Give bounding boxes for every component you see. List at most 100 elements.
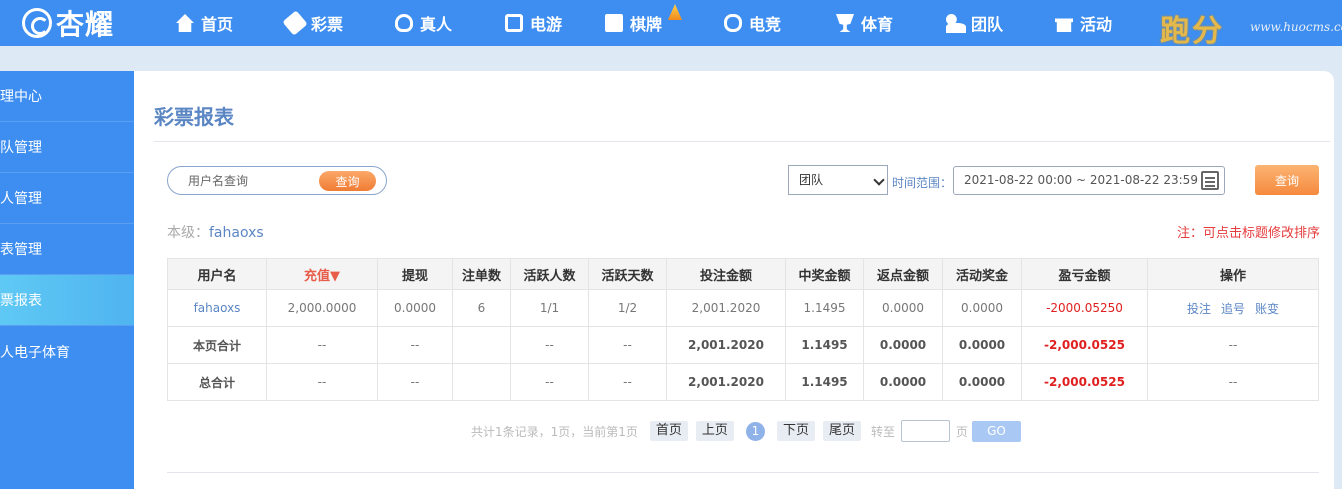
col-username[interactable]: 用户名	[167, 258, 267, 290]
cell-active-days: --	[588, 326, 667, 364]
logo[interactable]: 杏耀	[22, 5, 114, 41]
team-icon	[946, 14, 966, 33]
sidebar-item-live-electronic-sports[interactable]: 真人电子体育	[0, 326, 134, 377]
query-button[interactable]: 查询	[1255, 165, 1319, 195]
table-header-row: 用户名 充值▼ 提现 注单数 活跃人数 活跃天数 投注金额 中奖金额 返点金额 …	[167, 258, 1319, 290]
account-change-link[interactable]: 账变	[1255, 302, 1279, 316]
cell-label: 本页合计	[167, 326, 267, 364]
cell-rebate: 0.0000	[863, 289, 943, 327]
last-page-button[interactable]: 尾页	[822, 421, 861, 441]
cell-bonus: 0.0000	[942, 363, 1022, 401]
date-range-value: 2021-08-22 00:00 ~ 2021-08-22 23:59	[964, 173, 1198, 187]
next-page-button[interactable]: 下页	[776, 421, 815, 441]
slot-machine-icon	[505, 14, 523, 32]
pagination: 共计1条记录，1页，当前第1页 首页 上页 1 下页 尾页 转至 页 GO	[471, 420, 1021, 442]
nav-item-live[interactable]: 真人	[395, 12, 452, 34]
search-button[interactable]: 查询	[319, 171, 376, 191]
table-row-grand-total: 总合计 -- -- -- -- 2,001.2020 1.1495 0.0000…	[167, 363, 1319, 401]
sidebar-item-personal-management[interactable]: 个人管理	[0, 173, 134, 224]
chase-link[interactable]: 追号	[1221, 302, 1245, 316]
sidebar-item-label: 彩票报表	[0, 293, 42, 309]
cell-label: 总合计	[167, 363, 267, 401]
nav-item-chess[interactable]: 棋牌	[605, 12, 662, 34]
nav-label: 体育	[861, 15, 894, 34]
current-page-number[interactable]: 1	[745, 421, 765, 441]
cell-username[interactable]: fahaoxs	[167, 289, 267, 327]
report-table: 用户名 充值▼ 提现 注单数 活跃人数 活跃天数 投注金额 中奖金额 返点金额 …	[167, 258, 1319, 401]
cell-bonus: 0.0000	[942, 289, 1022, 327]
username-input[interactable]	[188, 172, 313, 190]
cell-withdraw: --	[377, 326, 453, 364]
main-panel: 彩票报表 查询 团队 时间范围： 2021-08-22 00:00 ~ 2021…	[134, 71, 1334, 489]
col-rebate-amount[interactable]: 返点金额	[863, 258, 943, 290]
divider	[154, 141, 1330, 142]
sidebar-item-management-center[interactable]: 管理中心	[0, 71, 134, 122]
table-row-page-total: 本页合计 -- -- -- -- 2,001.2020 1.1495 0.000…	[167, 326, 1319, 364]
cell-rebate: 0.0000	[863, 326, 943, 364]
sidebar: 管理中心 团队管理 个人管理 报表管理 彩票报表 真人电子体育	[0, 71, 134, 489]
cell-profit: -2,000.0525	[1021, 363, 1148, 401]
level-label: 本级：	[167, 225, 209, 241]
sidebar-item-report-management[interactable]: 报表管理	[0, 224, 134, 275]
cell-bonus: 0.0000	[942, 326, 1022, 364]
col-active-days[interactable]: 活跃天数	[588, 258, 667, 290]
col-profit[interactable]: 盈亏金额	[1021, 258, 1148, 290]
nav-label: 棋牌	[630, 15, 663, 34]
cell-rebate: 0.0000	[863, 363, 943, 401]
prev-page-button[interactable]: 上页	[695, 421, 734, 441]
col-actions: 操作	[1147, 258, 1319, 290]
time-range-label: 时间范围：	[892, 176, 953, 190]
cell-win: 1.1495	[785, 363, 864, 401]
cell-recharge: --	[266, 326, 378, 364]
cell-actions: --	[1147, 326, 1319, 364]
bet-link[interactable]: 投注	[1187, 302, 1211, 316]
sort-note: 注：可点击标题修改排序	[1176, 226, 1320, 241]
go-button[interactable]: GO	[972, 420, 1021, 442]
cell-orders: 6	[452, 289, 511, 327]
goto-page-input[interactable]	[900, 420, 950, 442]
nav-item-home[interactable]: 首页	[176, 12, 233, 34]
cell-profit: -2,000.0525	[1021, 326, 1148, 364]
ticket-icon	[282, 10, 308, 36]
person-icon	[395, 14, 413, 32]
nav-item-esports[interactable]: 电竞	[724, 12, 781, 34]
cell-profit: -2000.05250	[1021, 289, 1148, 327]
sidebar-item-label: 管理中心	[0, 89, 42, 105]
promo-banner[interactable]: 跑分	[1160, 6, 1224, 50]
goto-label: 转至	[870, 424, 895, 439]
page-title: 彩票报表	[154, 105, 234, 129]
nav-label: 团队	[971, 15, 1004, 34]
col-recharge[interactable]: 充值▼	[266, 258, 378, 290]
level-info: 本级：fahaoxs	[167, 222, 264, 242]
first-page-button[interactable]: 首页	[649, 421, 688, 441]
nav-item-sports[interactable]: 体育	[836, 12, 893, 34]
nav-item-lottery[interactable]: 彩票	[282, 10, 343, 36]
sidebar-item-team-management[interactable]: 团队管理	[0, 122, 134, 173]
col-active-users[interactable]: 活跃人数	[510, 258, 589, 290]
top-nav: 杏耀 首页 彩票 真人 电游 棋牌 电竞 体育 团队 活动 跑分 www.huo…	[0, 0, 1342, 49]
nav-item-team[interactable]: 团队	[946, 12, 1003, 34]
cell-withdraw: --	[377, 363, 453, 401]
col-bet-amount[interactable]: 投注金额	[666, 258, 786, 290]
pagination-info: 共计1条记录，1页，当前第1页	[471, 424, 638, 439]
chevron-down-icon	[873, 174, 885, 186]
nav-label: 电游	[530, 15, 563, 34]
date-range-input[interactable]: 2021-08-22 00:00 ~ 2021-08-22 23:59	[953, 166, 1225, 195]
nav-item-events[interactable]: 活动	[1055, 12, 1112, 34]
calendar-icon[interactable]	[1201, 171, 1219, 190]
sidebar-item-lottery-report[interactable]: 彩票报表	[0, 275, 134, 326]
nav-item-slots[interactable]: 电游	[505, 12, 562, 34]
scope-select[interactable]: 团队	[788, 165, 888, 195]
trophy-icon	[836, 14, 854, 32]
col-orders[interactable]: 注单数	[452, 258, 511, 290]
cell-active-users: --	[510, 363, 589, 401]
cell-bet: 2,001.2020	[666, 363, 786, 401]
col-win-amount[interactable]: 中奖金额	[785, 258, 864, 290]
cell-active-users: 1/1	[510, 289, 589, 327]
cell-bet: 2,001.2020	[666, 326, 786, 364]
level-value: fahaoxs	[209, 225, 264, 241]
card-icon	[605, 14, 623, 32]
col-bonus[interactable]: 活动奖金	[942, 258, 1022, 290]
cell-win: 1.1495	[785, 326, 864, 364]
col-withdraw[interactable]: 提现	[377, 258, 453, 290]
